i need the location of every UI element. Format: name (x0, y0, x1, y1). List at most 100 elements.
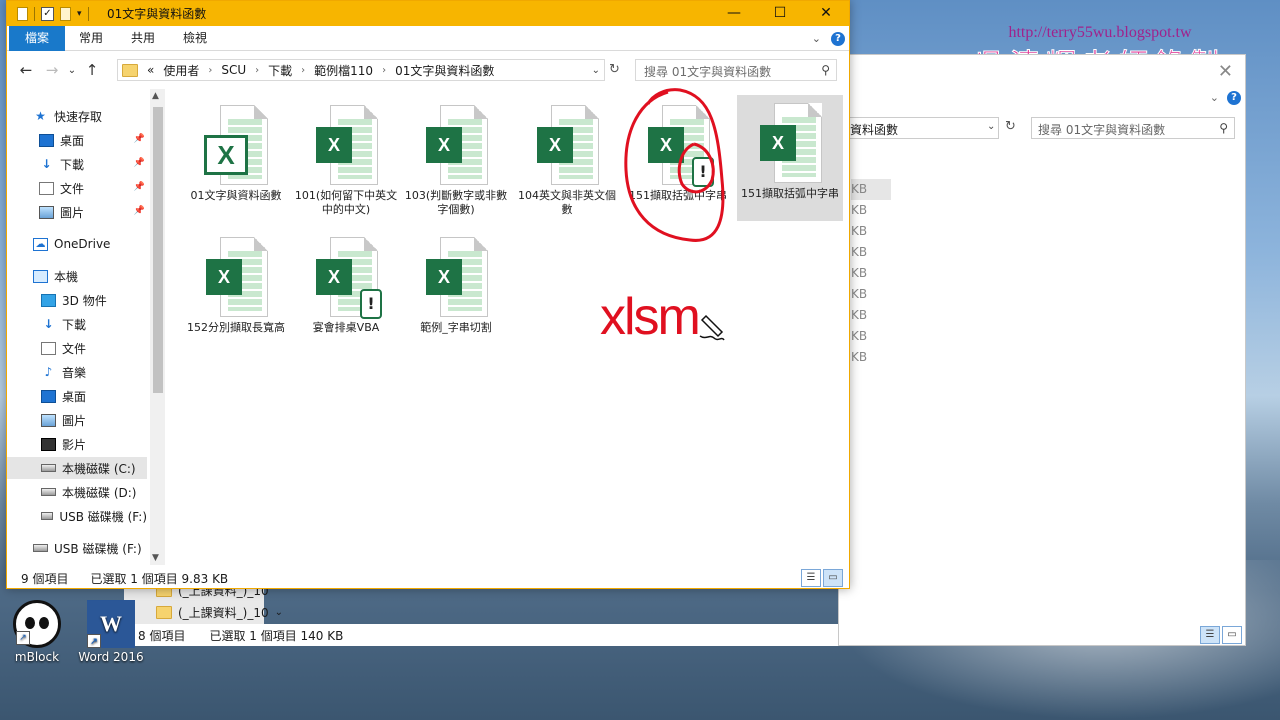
sidebar-item-pictures[interactable]: 圖片 📌 (7, 201, 147, 223)
file-item[interactable]: X 01文字與資料函數 (183, 97, 289, 223)
word-icon: W ↗ (87, 600, 135, 648)
sidebar-item-videos[interactable]: 影片 (7, 433, 147, 455)
sidebar-item-drive-c[interactable]: 本機磁碟 (C:) (7, 457, 147, 479)
close-icon[interactable]: ✕ (1218, 61, 1233, 82)
breadcrumb-users[interactable]: 使用者 (163, 62, 199, 79)
close-button[interactable]: ✕ (803, 1, 849, 26)
chevron-down-icon[interactable]: ⌄ (812, 32, 821, 45)
folder-item[interactable]: (_上課資料_)_10 ⌄ (156, 602, 283, 622)
sidebar-scrollbar[interactable]: ▲ ▼ (150, 89, 165, 565)
chevron-right-icon[interactable]: › (301, 65, 305, 76)
address-bar[interactable]: 資料函數 (845, 117, 999, 139)
sidebar-item-this-pc[interactable]: 本機 (7, 265, 147, 287)
details-view-icon[interactable]: ☰ (801, 569, 821, 587)
address-bar[interactable]: « 使用者 › SCU › 下載 › 範例檔110 › 01文字與資料函數 ⌄ (117, 59, 605, 81)
file-item[interactable]: X 103(判斷數字或非數字個數) (403, 97, 509, 223)
chevron-down-icon[interactable]: ⌄ (987, 121, 995, 132)
search-input[interactable]: 搜尋 01文字與資料函數 ⚲ (635, 59, 837, 81)
sidebar-item-desktop[interactable]: 桌面 (7, 385, 147, 407)
refresh-icon[interactable]: ↻ (1005, 119, 1016, 134)
minimize-button[interactable]: — (711, 1, 757, 26)
recent-locations-button[interactable]: ⌄ (65, 65, 79, 76)
music-icon: ♪ (44, 364, 53, 379)
shortcut-arrow-icon: ↗ (16, 631, 30, 645)
file-item[interactable]: X 152分別擷取長寬高 (183, 229, 289, 355)
file-name: 01文字與資料函數 (190, 189, 282, 202)
desktop-icon-word[interactable]: W ↗ Word 2016 (76, 600, 146, 664)
help-icon[interactable]: ? (1227, 91, 1241, 105)
tab-share[interactable]: 共用 (117, 26, 169, 51)
sidebar-item-label: 音樂 (62, 365, 87, 380)
breadcrumb-overflow[interactable]: « (147, 63, 154, 77)
new-folder-icon[interactable] (60, 6, 71, 21)
chevron-down-icon[interactable]: ⌄ (1210, 91, 1219, 104)
file-item[interactable]: X 範例_字串切割 (403, 229, 509, 355)
file-item-selected[interactable]: X 151擷取括弧中字串 (737, 95, 843, 221)
file-item[interactable]: X! 151擷取括弧中字串 (625, 97, 731, 223)
breadcrumb-scu[interactable]: SCU (221, 63, 246, 77)
sidebar-item-music[interactable]: ♪ 音樂 (7, 361, 147, 383)
sidebar-item-documents[interactable]: 文件 (7, 337, 147, 359)
pin-icon[interactable]: 📌 (134, 158, 145, 168)
title-bar[interactable]: ✓ ▾ 01文字與資料函數 — ☐ ✕ (7, 1, 849, 26)
sidebar-item-usb-drive[interactable]: USB 磁碟機 (F:) (7, 505, 147, 527)
chevron-down-icon[interactable]: ▾ (77, 9, 82, 19)
file-item[interactable]: X 101(如何留下中英文中的中文) (293, 97, 399, 223)
chevron-down-icon[interactable]: ⌄ (592, 65, 600, 76)
folder-icon (156, 605, 172, 619)
navigation-pane: ★ 快速存取 桌面 📌 ↓ 下載 📌 文件 📌 圖片 📌 ☁ OneDrive 本機 3D 物… (7, 89, 165, 565)
desktop-icon-mblock[interactable]: ↗ mBlock (2, 600, 72, 664)
pin-icon[interactable]: 📌 (134, 134, 145, 144)
view-switcher: ☰ ▭ (1200, 626, 1242, 644)
chevron-right-icon[interactable]: › (255, 65, 259, 76)
background-explorer-window[interactable]: ✕ ⌄ ? 資料函數 ⌄ ↻ 搜尋 01文字與資料函數 ⚲ KB KB KB K… (838, 54, 1246, 646)
back-button[interactable]: ← (13, 61, 39, 79)
tab-file[interactable]: 檔案 (9, 25, 66, 51)
refresh-button[interactable]: ↻ (609, 62, 620, 77)
document-icon[interactable] (17, 6, 28, 21)
sidebar-item-usb-drive[interactable]: USB 磁碟機 (F:) (7, 537, 147, 559)
download-icon: ↓ (43, 316, 54, 331)
sidebar-item-quick-access[interactable]: ★ 快速存取 (7, 105, 147, 127)
file-size: KB (851, 287, 868, 301)
tab-home[interactable]: 常用 (65, 26, 117, 51)
breadcrumb-downloads[interactable]: 下載 (268, 62, 292, 79)
up-button[interactable]: ↑ (79, 61, 105, 79)
sidebar-item-desktop[interactable]: 桌面 📌 (7, 129, 147, 151)
sidebar-item-3d-objects[interactable]: 3D 物件 (7, 289, 147, 311)
item-count: 9 個項目 (21, 571, 69, 586)
shortcut-arrow-icon: ↗ (87, 634, 101, 648)
details-view-icon[interactable]: ☰ (1200, 626, 1220, 644)
sidebar-item-documents[interactable]: 文件 📌 (7, 177, 147, 199)
pin-icon[interactable]: 📌 (134, 182, 145, 192)
chevron-right-icon[interactable]: › (208, 65, 212, 76)
large-icons-view-icon[interactable]: ▭ (823, 569, 843, 587)
file-item[interactable]: X 104英文與非英文個數 (514, 97, 620, 223)
sidebar-item-label: 影片 (62, 437, 87, 452)
sidebar-item-onedrive[interactable]: ☁ OneDrive (7, 233, 147, 255)
sidebar-item-downloads[interactable]: ↓ 下載 📌 (7, 153, 147, 175)
chevron-down-icon[interactable]: ⌄ (275, 607, 283, 618)
search-input[interactable]: 搜尋 01文字與資料函數 ⚲ (1031, 117, 1235, 139)
pin-icon[interactable]: 📌 (134, 206, 145, 216)
chevron-right-icon[interactable]: › (382, 65, 386, 76)
scroll-up-icon[interactable]: ▲ (152, 91, 159, 101)
tab-view[interactable]: 檢視 (169, 26, 221, 51)
large-icons-view-icon[interactable]: ▭ (1222, 626, 1242, 644)
breadcrumb-current[interactable]: 01文字與資料函數 (395, 62, 494, 79)
file-explorer-window[interactable]: ✓ ▾ 01文字與資料函數 — ☐ ✕ 檔案 常用 共用 檢視 ⌄ ? ← → … (6, 0, 850, 589)
sidebar-item-pictures[interactable]: 圖片 (7, 409, 147, 431)
scrollbar-thumb[interactable] (153, 107, 163, 393)
forward-button[interactable]: → (39, 61, 65, 79)
help-icon[interactable]: ? (831, 32, 845, 46)
sidebar-item-downloads[interactable]: ↓ 下載 (7, 313, 147, 335)
maximize-button[interactable]: ☐ (757, 1, 803, 26)
sidebar-item-label: 本機 (54, 269, 79, 284)
file-size: KB (851, 203, 868, 217)
sidebar-item-drive-d[interactable]: 本機磁碟 (D:) (7, 481, 147, 503)
file-item[interactable]: X! 宴會排桌VBA (293, 229, 399, 355)
ribbon-tabs: 檔案 常用 共用 檢視 ⌄ ? (7, 25, 849, 51)
scroll-down-icon[interactable]: ▼ (152, 553, 159, 563)
properties-icon[interactable]: ✓ (41, 6, 54, 21)
breadcrumb-samples[interactable]: 範例檔110 (314, 62, 373, 79)
